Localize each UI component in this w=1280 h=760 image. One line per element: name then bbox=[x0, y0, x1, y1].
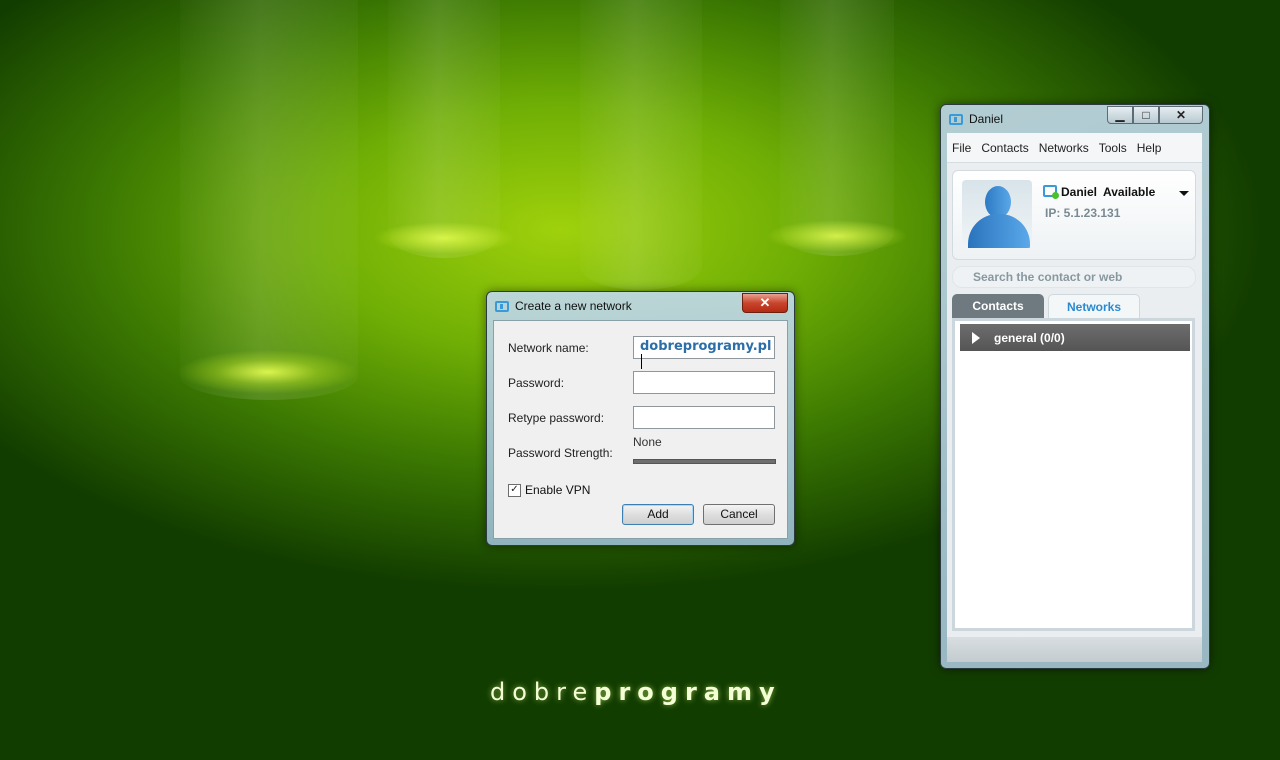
enable-vpn-checkbox[interactable]: ✓ bbox=[508, 483, 521, 497]
app-logo-icon bbox=[495, 300, 509, 312]
password-input[interactable] bbox=[633, 371, 775, 394]
profile-status[interactable]: Available bbox=[1103, 185, 1155, 199]
avatar-body bbox=[968, 214, 1030, 248]
retype-password-input[interactable] bbox=[633, 406, 775, 429]
password-strength-label: Password Strength: bbox=[508, 446, 613, 460]
menu-contacts[interactable]: Contacts bbox=[981, 141, 1028, 155]
close-button[interactable]: ✕ bbox=[1159, 106, 1203, 124]
menu-help[interactable]: Help bbox=[1137, 141, 1162, 155]
network-name-input[interactable]: dobreprogramy.pl bbox=[633, 336, 775, 369]
tab-networks[interactable]: Networks bbox=[1048, 294, 1140, 318]
tab-contacts[interactable]: Contacts bbox=[952, 294, 1044, 318]
networks-list: general (0/0) bbox=[952, 318, 1195, 631]
wallpaper-tube bbox=[580, 0, 702, 290]
wallpaper-tube bbox=[388, 0, 500, 258]
menu-networks[interactable]: Networks bbox=[1039, 141, 1089, 155]
network-group-label: general (0/0) bbox=[994, 331, 1065, 345]
search-input[interactable]: Search the contact or web bbox=[952, 266, 1196, 288]
enable-vpn-row[interactable]: ✓ Enable VPN bbox=[508, 483, 590, 497]
dialog-body: Network name: dobreprogramy.pl Password:… bbox=[493, 320, 788, 539]
password-strength-meter bbox=[633, 459, 776, 464]
cancel-button[interactable]: Cancel bbox=[703, 504, 775, 525]
text-caret bbox=[641, 354, 642, 369]
password-label: Password: bbox=[508, 376, 565, 390]
dialog-titlebar: Create a new network bbox=[495, 297, 632, 315]
profile-name: Daniel bbox=[1061, 185, 1098, 199]
window-titlebar: Daniel bbox=[949, 112, 1003, 126]
wallpaper-logo: dobreprogramy bbox=[490, 678, 782, 706]
network-group-row[interactable]: general (0/0) bbox=[960, 324, 1190, 351]
menu-tools[interactable]: Tools bbox=[1099, 141, 1127, 155]
enable-vpn-label[interactable]: Enable VPN bbox=[525, 483, 590, 497]
expand-arrow-icon[interactable] bbox=[972, 332, 980, 344]
wallpaper-tube bbox=[180, 0, 358, 400]
window-title: Daniel bbox=[969, 112, 1004, 126]
minimize-button[interactable]: ▁ bbox=[1107, 106, 1133, 124]
profile-card: Daniel Available IP: 5.1.23.131 bbox=[952, 170, 1196, 260]
network-name-value: dobreprogramy.pl bbox=[640, 339, 772, 354]
bottom-toolbar bbox=[947, 637, 1202, 662]
menu-file[interactable]: File bbox=[952, 141, 971, 155]
password-strength-value: None bbox=[633, 435, 662, 449]
dialog-title: Create a new network bbox=[515, 299, 632, 313]
maximize-button[interactable]: □ bbox=[1133, 106, 1159, 124]
add-button[interactable]: Add bbox=[622, 504, 694, 525]
network-name-label: Network name: bbox=[508, 341, 589, 355]
window-controls: ▁ □ ✕ bbox=[1107, 106, 1203, 124]
status-online-icon bbox=[1043, 185, 1059, 199]
create-network-dialog: Create a new network ✕ Network name: dob… bbox=[486, 291, 795, 546]
main-window: Daniel ▁ □ ✕ File Contacts Networks Tool… bbox=[940, 104, 1210, 669]
dialog-close-button[interactable]: ✕ bbox=[742, 293, 788, 313]
app-logo-icon bbox=[949, 113, 963, 125]
menu-bar: File Contacts Networks Tools Help bbox=[947, 133, 1202, 163]
window-content: File Contacts Networks Tools Help Daniel… bbox=[947, 133, 1202, 662]
avatar[interactable] bbox=[962, 180, 1032, 248]
wallpaper-tube bbox=[780, 0, 894, 256]
profile-ip: IP: 5.1.23.131 bbox=[1045, 206, 1121, 220]
status-dropdown-icon[interactable] bbox=[1179, 191, 1189, 196]
retype-password-label: Retype password: bbox=[508, 411, 605, 425]
